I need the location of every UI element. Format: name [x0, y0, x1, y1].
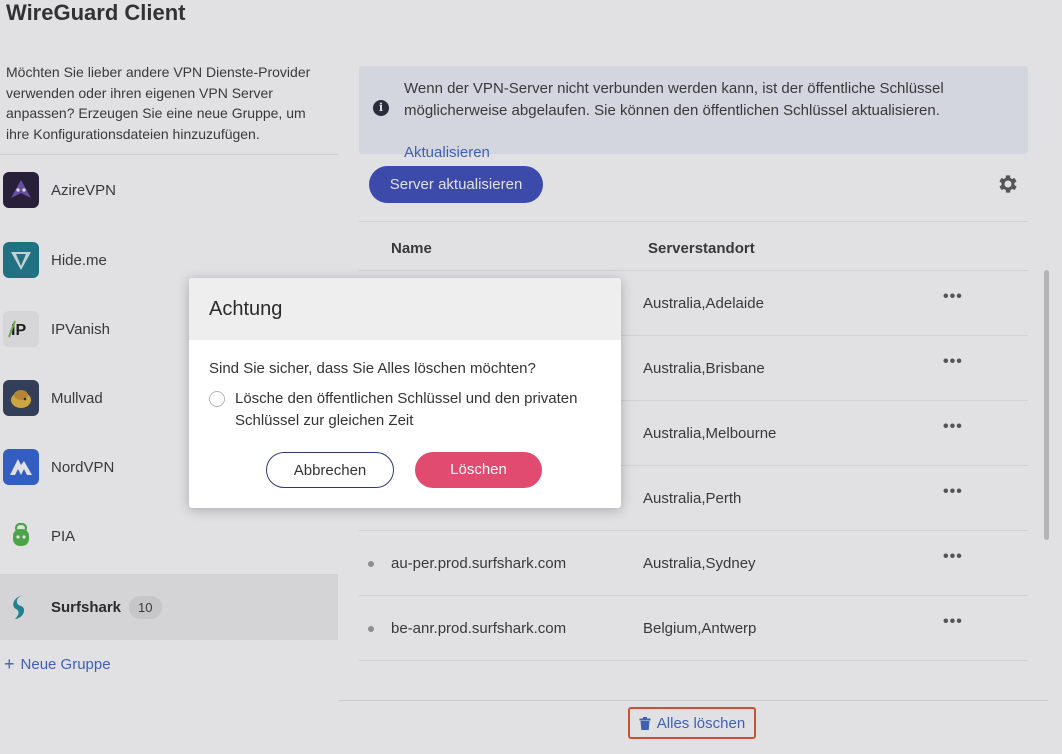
- radio-button[interactable]: [209, 391, 225, 407]
- cancel-button[interactable]: Abbrechen: [266, 452, 394, 488]
- dialog-title: Achtung: [209, 298, 283, 320]
- delete-button[interactable]: Löschen: [415, 452, 542, 488]
- delete-keys-option[interactable]: Lösche den öffentlichen Schlüssel und de…: [209, 388, 605, 432]
- option-label: Lösche den öffentlichen Schlüssel und de…: [235, 390, 578, 429]
- dialog-question: Sind Sie sicher, dass Sie Alles löschen …: [209, 360, 536, 377]
- dialog-header: Achtung: [189, 278, 621, 340]
- confirm-dialog: Achtung Sind Sie sicher, dass Sie Alles …: [189, 278, 621, 508]
